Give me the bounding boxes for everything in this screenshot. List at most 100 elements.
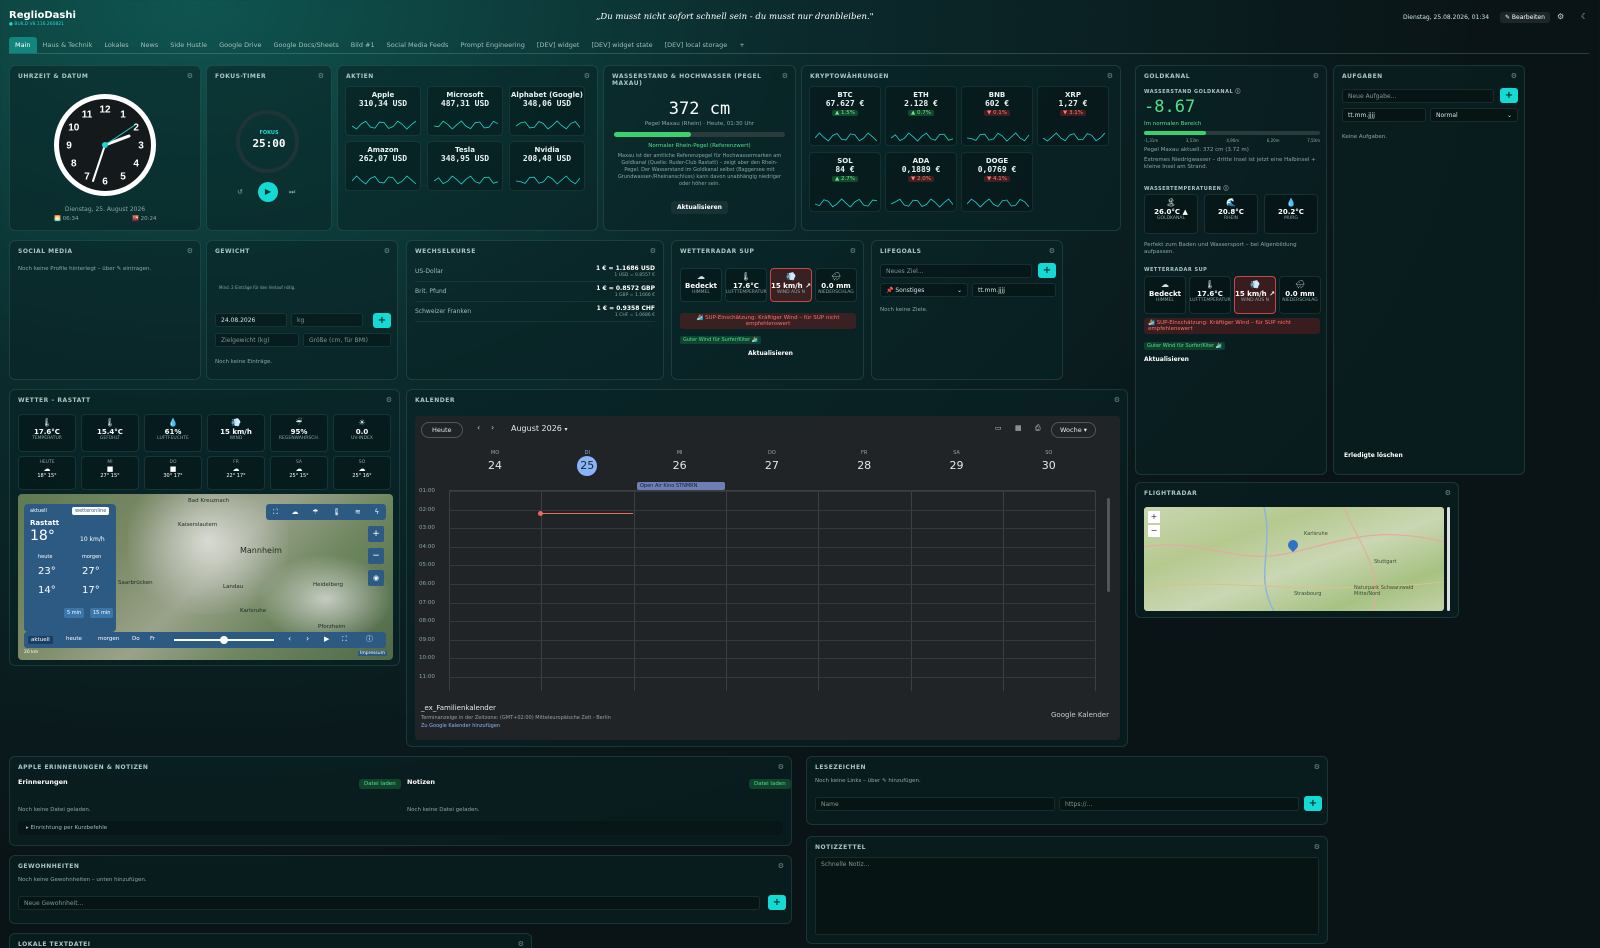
gear-icon[interactable]: ⚙ bbox=[518, 940, 524, 948]
gold-refresh-button[interactable]: Aktualisieren bbox=[1144, 356, 1189, 363]
tab-dev-storage[interactable]: [DEV] local storage bbox=[659, 37, 734, 53]
settings-icon[interactable]: ⚙ bbox=[1557, 12, 1564, 21]
new-habit-input[interactable]: Neue Gewohnheit... bbox=[18, 896, 760, 910]
add-tab-button[interactable]: + bbox=[733, 37, 750, 53]
task-date-input[interactable]: tt.mm.jjjj bbox=[1342, 108, 1426, 122]
calendar-day-header[interactable]: DO 27 bbox=[742, 450, 802, 476]
gear-icon[interactable]: ⚙ bbox=[850, 247, 856, 255]
weight-date-input[interactable]: 24.08.2026 bbox=[215, 313, 287, 327]
theme-toggle-icon[interactable]: ☾ bbox=[1581, 12, 1588, 21]
tab-social-feeds[interactable]: Social Media Feeds bbox=[381, 37, 455, 53]
gear-icon[interactable]: ⚙ bbox=[778, 862, 784, 870]
tab-side-hustle[interactable]: Side Hustle bbox=[164, 37, 213, 53]
crypto-card[interactable]: XRP 1,27 € ▼ 3.1% bbox=[1037, 86, 1109, 146]
goal-date-input[interactable]: tt.mm.jjjj bbox=[972, 283, 1056, 297]
next-week-icon[interactable]: › bbox=[491, 423, 494, 432]
info-icon[interactable]: ⓘ bbox=[366, 634, 373, 644]
stock-card[interactable]: Amazon 262,07 USD bbox=[345, 141, 421, 191]
calendar-day-header[interactable]: DI 25 bbox=[557, 450, 617, 476]
skip-icon[interactable]: ⏭ bbox=[289, 188, 295, 197]
gear-icon[interactable]: ⚙ bbox=[318, 72, 324, 80]
timeline-fr[interactable]: Fr bbox=[150, 636, 155, 642]
tab-bild[interactable]: Bild #1 bbox=[345, 37, 381, 53]
zoom-out-button[interactable]: − bbox=[1148, 525, 1160, 537]
play-icon[interactable]: ▶ bbox=[324, 635, 329, 643]
crypto-card[interactable]: BTC 67.627 € ▲ 1.5% bbox=[809, 86, 881, 146]
map-15min[interactable]: 15 min bbox=[90, 608, 114, 618]
stock-card[interactable]: Microsoft 487,31 USD bbox=[427, 86, 503, 136]
zoom-in-button[interactable]: + bbox=[1148, 511, 1160, 523]
calendar-day-header[interactable]: FR 28 bbox=[834, 450, 894, 476]
tab-lokales[interactable]: Lokales bbox=[98, 37, 134, 53]
tab-prompt[interactable]: Prompt Engineering bbox=[454, 37, 530, 53]
lightning-icon[interactable]: ϟ bbox=[374, 508, 379, 516]
tab-main[interactable]: Main bbox=[9, 37, 37, 53]
gear-icon[interactable]: ⚙ bbox=[1114, 396, 1120, 404]
weight-kg-input[interactable]: kg bbox=[291, 313, 363, 327]
calendar-day-header[interactable]: SO 30 bbox=[1019, 450, 1079, 476]
rain-icon[interactable]: ☂ bbox=[312, 508, 318, 516]
zoom-out-button[interactable]: − bbox=[368, 548, 384, 564]
add-bookmark-button[interactable]: + bbox=[1304, 796, 1322, 811]
gear-icon[interactable]: ⚙ bbox=[187, 72, 193, 80]
tab-google-drive[interactable]: Google Drive bbox=[213, 37, 267, 53]
stock-card[interactable]: Apple 310,34 USD bbox=[345, 86, 421, 136]
prev-week-icon[interactable]: ‹ bbox=[477, 423, 480, 432]
stock-card[interactable]: Nvidia 208,48 USD bbox=[509, 141, 585, 191]
calendar-month[interactable]: August 2026 ▾ bbox=[511, 424, 567, 433]
gear-icon[interactable]: ⚙ bbox=[1049, 247, 1055, 255]
gear-icon[interactable]: ⚙ bbox=[384, 247, 390, 255]
timeline-aktuell[interactable]: aktuell bbox=[28, 636, 53, 644]
timeline-heute[interactable]: heute bbox=[66, 636, 82, 642]
crypto-card[interactable]: SOL 84 € ▲ 2.7% bbox=[809, 152, 881, 212]
new-goal-input[interactable]: Neues Ziel... bbox=[880, 264, 1032, 278]
bookmark-name-input[interactable]: Name bbox=[815, 797, 1055, 811]
print-icon[interactable]: ⎙ bbox=[1035, 424, 1041, 433]
next-icon[interactable]: › bbox=[306, 634, 309, 643]
gear-icon[interactable]: ⚙ bbox=[1445, 489, 1451, 497]
gear-icon[interactable]: ⚙ bbox=[584, 72, 590, 80]
water-refresh-button[interactable]: Aktualisieren bbox=[671, 201, 728, 214]
wind-icon[interactable]: ≋ bbox=[355, 508, 361, 516]
add-habit-button[interactable]: + bbox=[768, 895, 786, 910]
calendar-event[interactable]: Open Air Kino STNMRN bbox=[637, 482, 725, 490]
thermometer-icon[interactable]: 🌡 bbox=[332, 508, 341, 516]
gear-icon[interactable]: ⚙ bbox=[1314, 843, 1320, 851]
goal-weight-input[interactable]: Zielgewicht (kg) bbox=[215, 333, 299, 347]
stock-card[interactable]: Alphabet (Google) 348,06 USD bbox=[509, 86, 585, 136]
add-goal-button[interactable]: + bbox=[1038, 263, 1056, 278]
reset-icon[interactable]: ↺ bbox=[237, 188, 243, 196]
reminders-load-button[interactable]: Datei laden bbox=[359, 779, 401, 789]
gear-icon[interactable]: ⚙ bbox=[782, 72, 788, 80]
map-impressum[interactable]: Impressum bbox=[358, 651, 388, 656]
today-button[interactable]: Heute bbox=[421, 422, 463, 438]
new-task-input[interactable]: Neue Aufgabe... bbox=[1342, 89, 1494, 103]
timeline-do[interactable]: Do bbox=[132, 636, 140, 642]
gear-icon[interactable]: ⚙ bbox=[1107, 72, 1113, 80]
stock-card[interactable]: Tesla 348,95 USD bbox=[427, 141, 503, 191]
crypto-card[interactable]: DOGE 0,0769 € ▼ 4.1% bbox=[961, 152, 1033, 212]
gear-icon[interactable]: ⚙ bbox=[650, 247, 656, 255]
tab-haus[interactable]: Haus & Technik bbox=[37, 37, 99, 53]
tab-news[interactable]: News bbox=[135, 37, 165, 53]
gear-icon[interactable]: ⚙ bbox=[187, 247, 193, 255]
sup-refresh-button[interactable]: Aktualisieren bbox=[748, 350, 793, 357]
crypto-card[interactable]: ETH 2.128 € ▲ 0.7% bbox=[885, 86, 957, 146]
timeline-morgen[interactable]: morgen bbox=[98, 636, 119, 642]
quick-note-textarea[interactable]: Schnelle Notiz... bbox=[815, 857, 1319, 935]
calendar-day-header[interactable]: MO 24 bbox=[465, 450, 525, 476]
bookmark-url-input[interactable]: https://... bbox=[1059, 797, 1299, 811]
calendar-day-header[interactable]: SA 29 bbox=[927, 450, 987, 476]
height-input[interactable]: Größe (cm, für BMI) bbox=[303, 333, 391, 347]
calendar-icon[interactable]: ▦ bbox=[1015, 424, 1022, 432]
prev-icon[interactable]: ‹ bbox=[288, 634, 291, 643]
add-to-google-link[interactable]: Zu Google Kalender hinzufügen bbox=[421, 723, 500, 729]
flight-map[interactable]: Karlsruhe Stuttgart Strasbourg Naturpark Sc… bbox=[1144, 507, 1444, 611]
weather-radar-map[interactable]: Bad Kreuznach Kaiserslautern Mannheim Heide… bbox=[18, 494, 393, 660]
gear-icon[interactable]: ⚙ bbox=[1511, 72, 1517, 80]
view-select[interactable]: Woche ▾ bbox=[1051, 422, 1097, 438]
gear-icon[interactable]: ⚙ bbox=[778, 763, 784, 771]
calendar-day-header[interactable]: MI 26 bbox=[650, 450, 710, 476]
edit-button[interactable]: ✎ Bearbeiten bbox=[1500, 12, 1550, 23]
tab-dev-widget[interactable]: [DEV] widget bbox=[531, 37, 586, 53]
